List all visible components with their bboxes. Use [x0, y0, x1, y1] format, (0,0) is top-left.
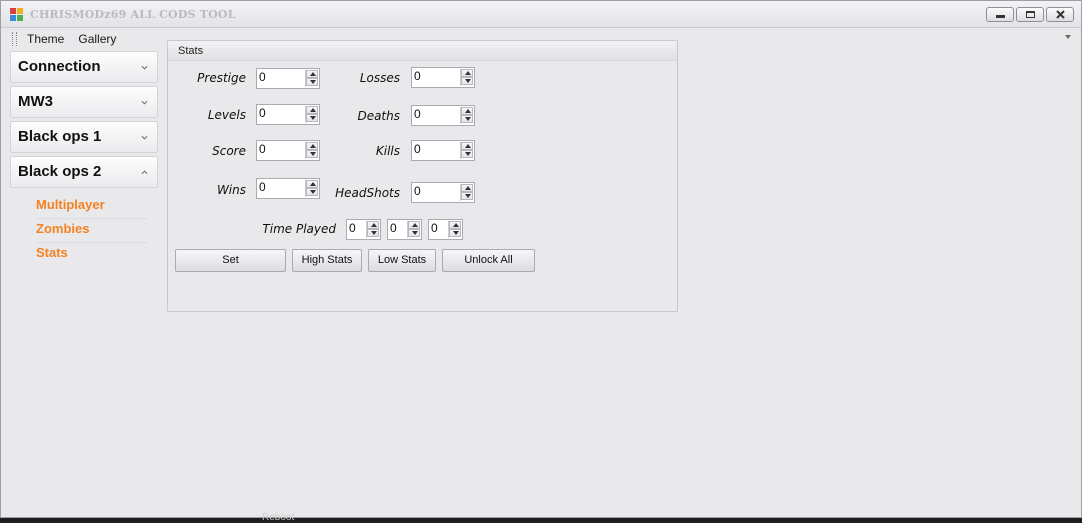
chevron-down-icon	[141, 65, 148, 70]
time-played-label: Time Played	[262, 222, 336, 236]
levels-label: Levels	[207, 108, 246, 122]
levels-value: 0	[259, 106, 266, 120]
spin-up-icon[interactable]	[306, 70, 318, 78]
maximize-button[interactable]	[1016, 7, 1044, 22]
headshots-value: 0	[414, 184, 421, 198]
close-button[interactable]	[1046, 7, 1074, 22]
deaths-label: Deaths	[357, 109, 400, 123]
sidebar-item-multiplayer[interactable]: Multiplayer	[36, 195, 148, 219]
section-mw3[interactable]: MW3	[10, 86, 158, 118]
spin-up-icon[interactable]	[367, 221, 379, 229]
spin-down-icon[interactable]	[461, 192, 473, 200]
maximize-icon	[1025, 11, 1035, 18]
time-played-hours-stepper[interactable]: 0	[387, 219, 422, 240]
spin-down-icon[interactable]	[306, 150, 318, 158]
menu-overflow-icon[interactable]	[1065, 35, 1071, 39]
prestige-stepper[interactable]: 0	[256, 68, 320, 89]
section-black-ops-2[interactable]: Black ops 2	[10, 156, 158, 188]
spin-up-icon[interactable]	[461, 69, 473, 77]
section-black-ops-1[interactable]: Black ops 1	[10, 121, 158, 153]
unlock-all-button[interactable]: Unlock All	[442, 249, 535, 272]
sidebar-item-stats[interactable]: Stats	[36, 243, 148, 267]
app-icon	[10, 8, 24, 22]
spin-up-icon[interactable]	[408, 221, 420, 229]
high-stats-button[interactable]: High Stats	[292, 249, 362, 272]
spin-down-icon[interactable]	[306, 188, 318, 196]
menu-theme[interactable]: Theme	[27, 32, 64, 46]
losses-label: Losses	[359, 71, 400, 85]
window-title: CHRISMODz69 ALL CODS TOOL	[30, 8, 236, 21]
minimize-button[interactable]	[986, 7, 1014, 22]
spin-up-icon[interactable]	[306, 106, 318, 114]
minimize-icon	[995, 15, 1005, 18]
spin-down-icon[interactable]	[306, 78, 318, 86]
stats-group: Stats Prestige 0 Levels 0 Score 0 Wins 0…	[167, 40, 678, 312]
time-played-value: 0	[390, 221, 397, 235]
kills-value: 0	[414, 142, 421, 156]
section-label: Black ops 2	[18, 163, 102, 180]
sidebar-item-zombies[interactable]: Zombies	[36, 219, 148, 243]
sidebar-accordion: Connection MW3 Black ops 1 Black ops 2 M…	[10, 51, 158, 267]
spin-up-icon[interactable]	[449, 221, 461, 229]
title-bar[interactable]: CHRISMODz69 ALL CODS TOOL	[1, 1, 1081, 28]
spin-down-icon[interactable]	[306, 114, 318, 122]
wins-label: Wins	[216, 183, 246, 197]
losses-value: 0	[414, 69, 421, 83]
score-label: Score	[212, 144, 246, 158]
low-stats-button[interactable]: Low Stats	[368, 249, 436, 272]
spin-up-icon[interactable]	[461, 142, 473, 150]
headshots-label: HeadShots	[335, 186, 400, 200]
menu-bar: Theme Gallery	[10, 30, 130, 48]
chevron-down-icon	[141, 135, 148, 140]
black-ops-2-items: Multiplayer Zombies Stats	[10, 191, 158, 267]
chevron-down-icon	[141, 100, 148, 105]
spin-up-icon[interactable]	[306, 142, 318, 150]
section-label: MW3	[18, 93, 53, 110]
levels-stepper[interactable]: 0	[256, 104, 320, 125]
set-button[interactable]: Set	[175, 249, 286, 272]
spin-up-icon[interactable]	[461, 184, 473, 192]
prestige-label: Prestige	[197, 71, 246, 85]
spin-up-icon[interactable]	[461, 107, 473, 115]
chevron-up-icon	[141, 170, 148, 175]
app-window: CHRISMODz69 ALL CODS TOOL Theme Gallery …	[0, 0, 1082, 518]
wins-value: 0	[259, 180, 266, 194]
menu-gallery[interactable]: Gallery	[78, 32, 116, 46]
stats-group-title: Stats	[168, 41, 677, 61]
section-label: Connection	[18, 58, 101, 75]
spin-down-icon[interactable]	[408, 229, 420, 237]
deaths-value: 0	[414, 107, 421, 121]
section-connection[interactable]: Connection	[10, 51, 158, 83]
deaths-stepper[interactable]: 0	[411, 105, 475, 126]
time-played-minutes-stepper[interactable]: 0	[428, 219, 463, 240]
score-stepper[interactable]: 0	[256, 140, 320, 161]
taskbar-text: Reboot	[262, 512, 295, 523]
time-played-value: 0	[431, 221, 438, 235]
time-played-days-stepper[interactable]: 0	[346, 219, 381, 240]
wins-stepper[interactable]: 0	[256, 178, 320, 199]
spin-down-icon[interactable]	[461, 150, 473, 158]
close-icon	[1055, 10, 1065, 19]
time-played-value: 0	[349, 221, 356, 235]
spin-down-icon[interactable]	[461, 77, 473, 85]
kills-stepper[interactable]: 0	[411, 140, 475, 161]
menu-grip	[12, 32, 17, 46]
section-label: Black ops 1	[18, 128, 102, 145]
spin-down-icon[interactable]	[449, 229, 461, 237]
kills-label: Kills	[375, 144, 400, 158]
spin-up-icon[interactable]	[306, 180, 318, 188]
losses-stepper[interactable]: 0	[411, 67, 475, 88]
spin-down-icon[interactable]	[367, 229, 379, 237]
prestige-value: 0	[259, 70, 266, 84]
headshots-stepper[interactable]: 0	[411, 182, 475, 203]
score-value: 0	[259, 142, 266, 156]
spin-down-icon[interactable]	[461, 115, 473, 123]
